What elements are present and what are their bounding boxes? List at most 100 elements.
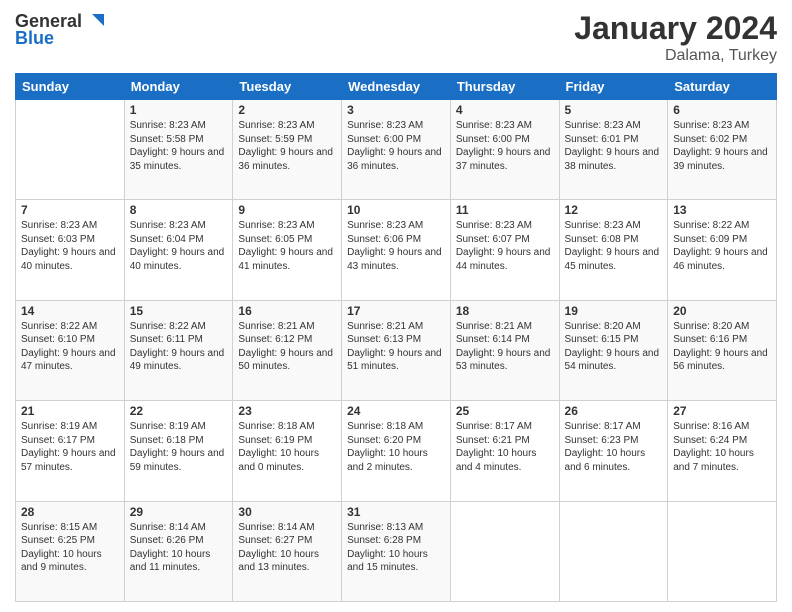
day-cell <box>450 501 559 601</box>
day-number: 11 <box>456 203 554 217</box>
day-cell: 12 Sunrise: 8:23 AMSunset: 6:08 PMDayligh… <box>559 200 668 300</box>
calendar-table: SundayMondayTuesdayWednesdayThursdayFrid… <box>15 73 777 602</box>
day-info: Sunrise: 8:23 AMSunset: 6:01 PMDaylight:… <box>565 119 663 173</box>
day-number: 12 <box>565 203 663 217</box>
day-number: 28 <box>21 505 119 519</box>
day-info: Sunrise: 8:23 AMSunset: 6:07 PMDaylight:… <box>456 219 554 273</box>
week-row-2: 7 Sunrise: 8:23 AMSunset: 6:03 PMDaylight… <box>16 200 777 300</box>
day-info: Sunrise: 8:23 AMSunset: 6:08 PMDaylight:… <box>565 219 663 273</box>
day-number: 10 <box>347 203 445 217</box>
day-number: 25 <box>456 404 554 418</box>
day-info: Sunrise: 8:18 AMSunset: 6:20 PMDaylight:… <box>347 420 445 474</box>
logo-icon <box>84 10 106 32</box>
day-info: Sunrise: 8:18 AMSunset: 6:19 PMDaylight:… <box>238 420 336 474</box>
day-info: Sunrise: 8:21 AMSunset: 6:13 PMDaylight:… <box>347 320 445 374</box>
week-row-3: 14Sunrise: 8:22 AMSunset: 6:10 PMDayligh… <box>16 300 777 400</box>
day-cell: 17 Sunrise: 8:21 AMSunset: 6:13 PMDayligh… <box>342 300 451 400</box>
day-cell: 27 Sunrise: 8:16 AMSunset: 6:24 PMDayligh… <box>668 401 777 501</box>
day-info: Sunrise: 8:23 AMSunset: 6:06 PMDaylight:… <box>347 219 445 273</box>
day-cell: 19 Sunrise: 8:20 AMSunset: 6:15 PMDayligh… <box>559 300 668 400</box>
day-number: 21 <box>21 404 119 418</box>
day-cell: 2 Sunrise: 8:23 AMSunset: 5:59 PMDaylight… <box>233 100 342 200</box>
day-cell: 4 Sunrise: 8:23 AMSunset: 6:00 PMDaylight… <box>450 100 559 200</box>
day-info: Sunrise: 8:19 AMSunset: 6:18 PMDaylight:… <box>130 420 228 474</box>
month-year-title: January 2024 <box>574 10 777 47</box>
day-cell: 1Sunrise: 8:23 AMSunset: 5:58 PMDaylight… <box>124 100 233 200</box>
day-number: 9 <box>238 203 336 217</box>
day-cell: 22 Sunrise: 8:19 AMSunset: 6:18 PMDayligh… <box>124 401 233 501</box>
day-cell: 6 Sunrise: 8:23 AMSunset: 6:02 PMDaylight… <box>668 100 777 200</box>
day-number: 27 <box>673 404 771 418</box>
day-cell: 9 Sunrise: 8:23 AMSunset: 6:05 PMDaylight… <box>233 200 342 300</box>
day-number: 16 <box>238 304 336 318</box>
day-number: 7 <box>21 203 119 217</box>
day-number: 2 <box>238 103 336 117</box>
day-info: Sunrise: 8:22 AMSunset: 6:09 PMDaylight:… <box>673 219 771 273</box>
location-subtitle: Dalama, Turkey <box>574 47 777 65</box>
day-cell: 14Sunrise: 8:22 AMSunset: 6:10 PMDayligh… <box>16 300 125 400</box>
col-header-saturday: Saturday <box>668 74 777 100</box>
day-info: Sunrise: 8:17 AMSunset: 6:21 PMDaylight:… <box>456 420 554 474</box>
col-header-thursday: Thursday <box>450 74 559 100</box>
logo-blue-text: Blue <box>15 28 54 49</box>
day-info: Sunrise: 8:23 AMSunset: 6:00 PMDaylight:… <box>347 119 445 173</box>
day-cell: 5Sunrise: 8:23 AMSunset: 6:01 PMDaylight… <box>559 100 668 200</box>
day-info: Sunrise: 8:21 AMSunset: 6:12 PMDaylight:… <box>238 320 336 374</box>
day-info: Sunrise: 8:19 AMSunset: 6:17 PMDaylight:… <box>21 420 119 474</box>
day-number: 22 <box>130 404 228 418</box>
day-cell: 21 Sunrise: 8:19 AMSunset: 6:17 PMDayligh… <box>16 401 125 501</box>
day-info: Sunrise: 8:23 AMSunset: 6:00 PMDaylight:… <box>456 119 554 173</box>
day-number: 17 <box>347 304 445 318</box>
day-info: Sunrise: 8:23 AMSunset: 5:58 PMDaylight:… <box>130 119 228 173</box>
day-number: 8 <box>130 203 228 217</box>
day-number: 23 <box>238 404 336 418</box>
day-cell: 29Sunrise: 8:14 AMSunset: 6:26 PMDayligh… <box>124 501 233 601</box>
day-cell: 10 Sunrise: 8:23 AMSunset: 6:06 PMDayligh… <box>342 200 451 300</box>
week-row-1: 1Sunrise: 8:23 AMSunset: 5:58 PMDaylight… <box>16 100 777 200</box>
day-info: Sunrise: 8:16 AMSunset: 6:24 PMDaylight:… <box>673 420 771 474</box>
day-info: Sunrise: 8:23 AMSunset: 6:05 PMDaylight:… <box>238 219 336 273</box>
day-info: Sunrise: 8:15 AMSunset: 6:25 PMDaylight:… <box>21 521 119 575</box>
day-cell: 26Sunrise: 8:17 AMSunset: 6:23 PMDayligh… <box>559 401 668 501</box>
day-info: Sunrise: 8:23 AMSunset: 6:02 PMDaylight:… <box>673 119 771 173</box>
day-cell: 24 Sunrise: 8:18 AMSunset: 6:20 PMDayligh… <box>342 401 451 501</box>
day-cell: 18Sunrise: 8:21 AMSunset: 6:14 PMDayligh… <box>450 300 559 400</box>
day-info: Sunrise: 8:23 AMSunset: 6:03 PMDaylight:… <box>21 219 119 273</box>
day-cell: 30Sunrise: 8:14 AMSunset: 6:27 PMDayligh… <box>233 501 342 601</box>
day-cell: 7 Sunrise: 8:23 AMSunset: 6:03 PMDaylight… <box>16 200 125 300</box>
day-cell: 23 Sunrise: 8:18 AMSunset: 6:19 PMDayligh… <box>233 401 342 501</box>
day-number: 24 <box>347 404 445 418</box>
col-header-tuesday: Tuesday <box>233 74 342 100</box>
page: General Blue January 2024 Dalama, Turkey… <box>0 0 792 612</box>
day-cell: 28 Sunrise: 8:15 AMSunset: 6:25 PMDayligh… <box>16 501 125 601</box>
col-header-friday: Friday <box>559 74 668 100</box>
day-info: Sunrise: 8:13 AMSunset: 6:28 PMDaylight:… <box>347 521 445 575</box>
day-cell: 16 Sunrise: 8:21 AMSunset: 6:12 PMDayligh… <box>233 300 342 400</box>
day-number: 6 <box>673 103 771 117</box>
logo: General Blue <box>15 10 106 49</box>
day-cell <box>668 501 777 601</box>
day-info: Sunrise: 8:23 AMSunset: 6:04 PMDaylight:… <box>130 219 228 273</box>
day-cell: 25 Sunrise: 8:17 AMSunset: 6:21 PMDayligh… <box>450 401 559 501</box>
day-info: Sunrise: 8:20 AMSunset: 6:15 PMDaylight:… <box>565 320 663 374</box>
col-header-monday: Monday <box>124 74 233 100</box>
day-cell: 13Sunrise: 8:22 AMSunset: 6:09 PMDayligh… <box>668 200 777 300</box>
title-block: January 2024 Dalama, Turkey <box>574 10 777 65</box>
day-info: Sunrise: 8:14 AMSunset: 6:26 PMDaylight:… <box>130 521 228 575</box>
day-number: 15 <box>130 304 228 318</box>
week-row-5: 28 Sunrise: 8:15 AMSunset: 6:25 PMDayligh… <box>16 501 777 601</box>
header: General Blue January 2024 Dalama, Turkey <box>15 10 777 65</box>
day-number: 18 <box>456 304 554 318</box>
day-info: Sunrise: 8:23 AMSunset: 5:59 PMDaylight:… <box>238 119 336 173</box>
day-number: 3 <box>347 103 445 117</box>
day-info: Sunrise: 8:17 AMSunset: 6:23 PMDaylight:… <box>565 420 663 474</box>
col-header-wednesday: Wednesday <box>342 74 451 100</box>
day-number: 20 <box>673 304 771 318</box>
day-number: 19 <box>565 304 663 318</box>
day-number: 4 <box>456 103 554 117</box>
day-cell: 15 Sunrise: 8:22 AMSunset: 6:11 PMDayligh… <box>124 300 233 400</box>
day-cell: 8 Sunrise: 8:23 AMSunset: 6:04 PMDaylight… <box>124 200 233 300</box>
day-cell: 20Sunrise: 8:20 AMSunset: 6:16 PMDayligh… <box>668 300 777 400</box>
day-info: Sunrise: 8:22 AMSunset: 6:11 PMDaylight:… <box>130 320 228 374</box>
day-cell: 3 Sunrise: 8:23 AMSunset: 6:00 PMDaylight… <box>342 100 451 200</box>
